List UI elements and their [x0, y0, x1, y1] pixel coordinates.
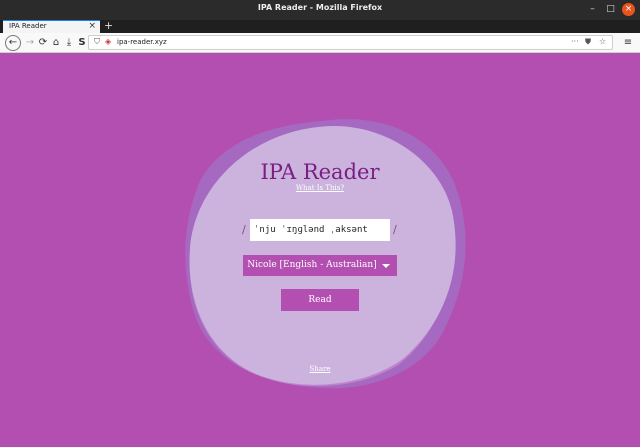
shield-icon[interactable]: ⛉	[94, 37, 100, 47]
page-actions-icon[interactable]: ···	[571, 37, 579, 46]
reload-icon[interactable]: ⟳	[36, 35, 50, 50]
address-bar[interactable]: ⛉ ◈ ipa-reader.xyz ··· ⛊ ☆	[88, 35, 613, 50]
read-button[interactable]: Read	[281, 289, 359, 311]
window-title: IPA Reader - Mozilla Firefox	[257, 3, 383, 12]
window-titlebar: IPA Reader - Mozilla Firefox – □ ×	[0, 0, 640, 20]
minimize-icon[interactable]: –	[586, 3, 599, 16]
app-title: IPA Reader	[260, 160, 380, 184]
background-blob	[185, 119, 466, 389]
bookmark-star-icon[interactable]: ☆	[599, 37, 606, 46]
new-tab-button[interactable]: +	[104, 19, 113, 32]
url-text[interactable]: ipa-reader.xyz	[117, 38, 167, 46]
close-window-icon[interactable]: ×	[622, 3, 635, 16]
chevron-down-icon	[382, 264, 390, 268]
slash-right: /	[393, 223, 397, 236]
back-icon[interactable]: ←	[5, 35, 21, 51]
what-is-this-link[interactable]: What Is This?	[0, 184, 640, 192]
tab-bar: IPA Reader × +	[0, 19, 640, 33]
extension-s-icon[interactable]: S	[75, 35, 89, 50]
slash-left: /	[242, 223, 246, 236]
download-icon[interactable]: ⤓	[62, 35, 76, 50]
page-content: IPA Reader What Is This? / ˈnju ˈɪŋɡlənd…	[0, 53, 640, 447]
home-icon[interactable]: ⌂	[49, 35, 63, 50]
menu-icon[interactable]: ≡	[621, 35, 635, 50]
voice-selected-label: Nicole [English - Australian]	[247, 260, 377, 270]
tab-ipa-reader[interactable]: IPA Reader ×	[3, 20, 100, 33]
navigation-toolbar: ← → ⟳ ⌂ ⤓ S ⛉ ◈ ipa-reader.xyz ··· ⛊ ☆ ≡	[0, 33, 640, 53]
ipa-input[interactable]: ˈnju ˈɪŋɡlənd ˌaksənt	[250, 219, 390, 241]
tab-close-icon[interactable]: ×	[88, 21, 96, 31]
tab-label: IPA Reader	[9, 22, 47, 30]
voice-select[interactable]: Nicole [English - Australian]	[243, 255, 397, 276]
pocket-icon[interactable]: ⛊	[585, 37, 591, 47]
favicon-icon: ◈	[105, 37, 112, 46]
forward-icon[interactable]: →	[23, 35, 37, 50]
maximize-icon[interactable]: □	[604, 3, 617, 16]
share-link[interactable]: Share	[0, 365, 640, 373]
